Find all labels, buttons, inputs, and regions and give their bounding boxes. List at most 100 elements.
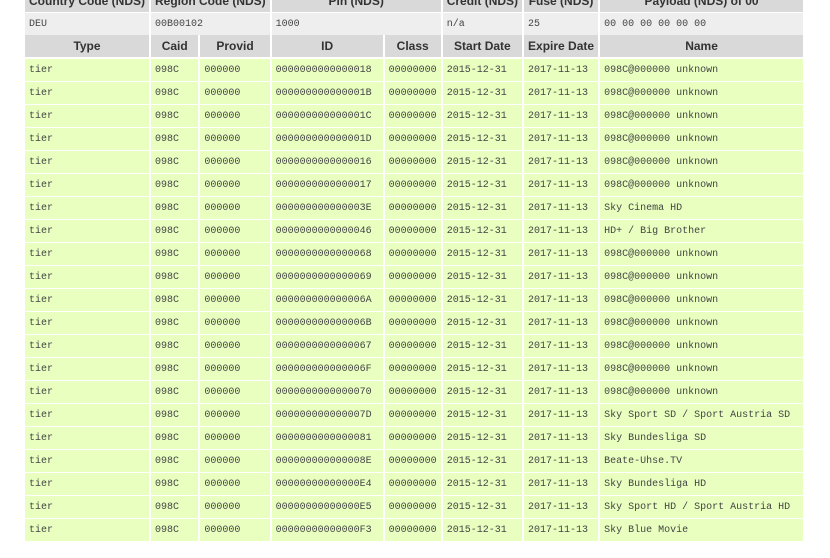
cell-id: 0000000000000067: [271, 334, 383, 357]
cell-name: 098C@000000 unknown: [600, 357, 804, 380]
cell-provid: 000000: [200, 495, 270, 518]
cell-provid: 000000: [200, 104, 270, 127]
region-code-header: Region Code (NDS): [151, 0, 270, 13]
cell-class: 00000000: [384, 449, 441, 472]
cell-name: Sky Cinema HD: [600, 196, 804, 219]
fuse-header: Fuse (NDS): [524, 0, 599, 13]
cell-class: 00000000: [384, 334, 441, 357]
cell-expire: 2017-11-13: [524, 426, 599, 449]
cell-caid: 098C: [151, 380, 199, 403]
cell-provid: 000000: [200, 403, 270, 426]
col-name: Name: [600, 35, 804, 58]
cell-expire: 2017-11-13: [524, 403, 599, 426]
cell-name: 098C@000000 unknown: [600, 81, 804, 104]
cell-expire: 2017-11-13: [524, 104, 599, 127]
cell-start: 2015-12-31: [442, 127, 523, 150]
table-row: tier 098C 000000 000000000000001D 00000000 20…: [25, 127, 804, 150]
cell-expire: 2017-11-13: [524, 173, 599, 196]
cell-name: Beate-Uhse.TV: [600, 449, 804, 472]
cell-expire: 2017-11-13: [524, 518, 599, 541]
cell-id: 0000000000000068: [271, 242, 383, 265]
cell-caid: 098C: [151, 449, 199, 472]
card-info-header-row: Country Code (NDS) Region Code (NDS) Pin…: [25, 0, 804, 13]
cell-type: tier: [25, 173, 149, 196]
cell-id: 000000000000001B: [271, 81, 383, 104]
cell-class: 00000000: [384, 219, 441, 242]
cell-class: 00000000: [384, 311, 441, 334]
table-row: tier 098C 000000 0000000000000068 00000000 20…: [25, 242, 804, 265]
pin-header: Pin (NDS): [271, 0, 441, 13]
cell-caid: 098C: [151, 242, 199, 265]
cell-type: tier: [25, 311, 149, 334]
cell-id: 000000000000006F: [271, 357, 383, 380]
cell-caid: 098C: [151, 127, 199, 150]
entitlements-panel: Country Code (NDS) Region Code (NDS) Pin…: [23, 0, 805, 541]
cell-caid: 098C: [151, 403, 199, 426]
cell-provid: 000000: [200, 58, 270, 81]
cell-id: 0000000000000018: [271, 58, 383, 81]
cell-id: 0000000000000070: [271, 380, 383, 403]
cell-type: tier: [25, 449, 149, 472]
cell-start: 2015-12-31: [442, 380, 523, 403]
cell-expire: 2017-11-13: [524, 449, 599, 472]
cell-caid: 098C: [151, 518, 199, 541]
cell-expire: 2017-11-13: [524, 495, 599, 518]
cell-name: Sky Sport HD / Sport Austria HD: [600, 495, 804, 518]
table-row: tier 098C 000000 00000000000000E5 00000000 20…: [25, 495, 804, 518]
cell-name: 098C@000000 unknown: [600, 288, 804, 311]
cell-caid: 098C: [151, 472, 199, 495]
cell-provid: 000000: [200, 242, 270, 265]
table-row: tier 098C 000000 0000000000000070 00000000 20…: [25, 380, 804, 403]
cell-caid: 098C: [151, 173, 199, 196]
payload-value: 00 00 00 00 00 00: [600, 13, 804, 35]
cell-name: Sky Bundesliga HD: [600, 472, 804, 495]
cell-class: 00000000: [384, 196, 441, 219]
cell-caid: 098C: [151, 219, 199, 242]
cell-caid: 098C: [151, 150, 199, 173]
table-row: tier 098C 000000 0000000000000016 00000000 20…: [25, 150, 804, 173]
cell-name: 098C@000000 unknown: [600, 311, 804, 334]
cell-id: 00000000000000E4: [271, 472, 383, 495]
cell-caid: 098C: [151, 357, 199, 380]
cell-type: tier: [25, 150, 149, 173]
cell-expire: 2017-11-13: [524, 472, 599, 495]
cell-id: 000000000000006A: [271, 288, 383, 311]
table-row: tier 098C 000000 000000000000007D 00000000 20…: [25, 403, 804, 426]
cell-provid: 000000: [200, 472, 270, 495]
cell-caid: 098C: [151, 196, 199, 219]
cell-class: 00000000: [384, 150, 441, 173]
country-code-value: DEU: [25, 13, 149, 35]
cell-class: 00000000: [384, 495, 441, 518]
cell-name: 098C@000000 unknown: [600, 265, 804, 288]
cell-class: 00000000: [384, 127, 441, 150]
table-row: tier 098C 000000 000000000000006A 00000000 20…: [25, 288, 804, 311]
cell-type: tier: [25, 219, 149, 242]
cell-name: Sky Blue Movie: [600, 518, 804, 541]
cell-start: 2015-12-31: [442, 265, 523, 288]
cell-type: tier: [25, 288, 149, 311]
cell-type: tier: [25, 380, 149, 403]
cell-start: 2015-12-31: [442, 449, 523, 472]
table-row: tier 098C 000000 0000000000000081 00000000 20…: [25, 426, 804, 449]
cell-id: 00000000000000E5: [271, 495, 383, 518]
cell-caid: 098C: [151, 265, 199, 288]
cell-caid: 098C: [151, 104, 199, 127]
column-header-row: Type Caid Provid ID Class Start Date Exp…: [25, 35, 804, 58]
table-row: tier 098C 000000 000000000000003E 00000000 20…: [25, 196, 804, 219]
cell-type: tier: [25, 242, 149, 265]
cell-class: 00000000: [384, 242, 441, 265]
cell-provid: 000000: [200, 449, 270, 472]
cell-start: 2015-12-31: [442, 311, 523, 334]
table-row: tier 098C 000000 0000000000000017 00000000 20…: [25, 173, 804, 196]
cell-type: tier: [25, 334, 149, 357]
cell-caid: 098C: [151, 288, 199, 311]
cell-type: tier: [25, 403, 149, 426]
cell-type: tier: [25, 127, 149, 150]
table-row: tier 098C 000000 00000000000000E4 00000000 20…: [25, 472, 804, 495]
cell-expire: 2017-11-13: [524, 219, 599, 242]
cell-provid: 000000: [200, 219, 270, 242]
cell-id: 0000000000000046: [271, 219, 383, 242]
cell-start: 2015-12-31: [442, 472, 523, 495]
cell-id: 0000000000000017: [271, 173, 383, 196]
cell-name: 098C@000000 unknown: [600, 334, 804, 357]
